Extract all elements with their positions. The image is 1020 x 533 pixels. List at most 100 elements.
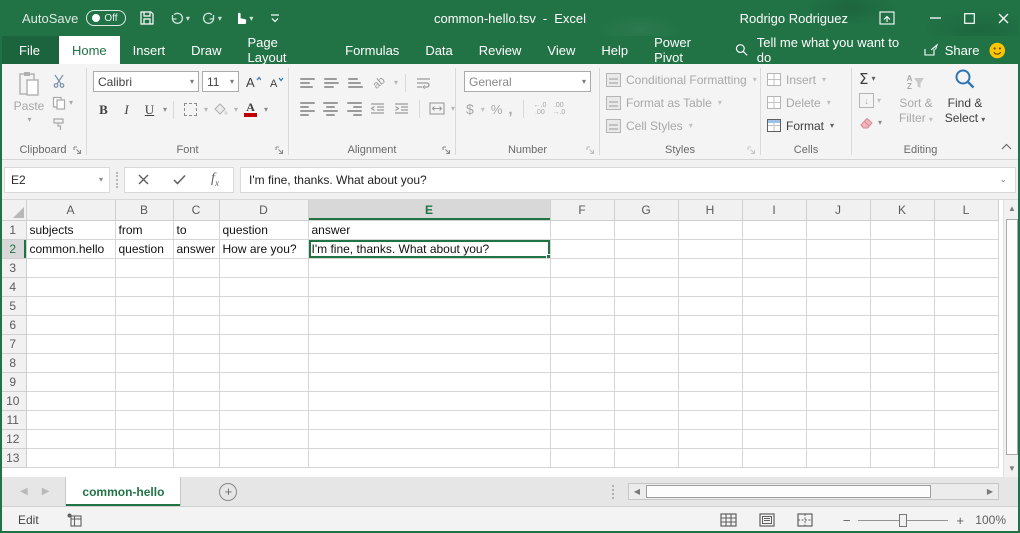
column-header-I[interactable]: I <box>742 200 806 220</box>
row-header-2[interactable]: 2 <box>0 239 26 258</box>
find-select-button[interactable]: Find & Select ▾ <box>942 68 988 127</box>
column-header-A[interactable]: A <box>26 200 115 220</box>
row-header-4[interactable]: 4 <box>0 277 26 296</box>
tab-home[interactable]: Home <box>59 36 120 64</box>
align-left-button[interactable] <box>297 98 318 119</box>
cell-D1[interactable]: question <box>219 220 308 239</box>
undo-button[interactable]: ▾ <box>168 5 190 31</box>
tab-formulas[interactable]: Formulas <box>332 36 412 64</box>
cell-G12[interactable] <box>614 429 678 448</box>
cell-J6[interactable] <box>806 315 870 334</box>
horizontal-scrollbar[interactable]: ◀ ▶ <box>628 483 999 500</box>
cell-L4[interactable] <box>934 277 998 296</box>
bold-button[interactable]: B <box>93 99 114 120</box>
row-header-1[interactable]: 1 <box>0 220 26 239</box>
clear-dropdown-icon[interactable]: ▾ <box>878 118 882 127</box>
cell-A4[interactable] <box>26 277 115 296</box>
column-header-J[interactable]: J <box>806 200 870 220</box>
underline-dropdown-icon[interactable]: ▾ <box>163 105 167 114</box>
cell-L13[interactable] <box>934 448 998 467</box>
cell-H6[interactable] <box>678 315 742 334</box>
styles-dialog-launcher[interactable] <box>747 146 757 156</box>
cell-F7[interactable] <box>550 334 614 353</box>
add-sheet-button[interactable]: + <box>219 483 237 501</box>
cell-F2[interactable] <box>550 239 614 258</box>
cell-C1[interactable]: to <box>173 220 219 239</box>
fill-handle[interactable] <box>546 254 551 259</box>
scroll-up-icon[interactable]: ▲ <box>1004 200 1020 217</box>
borders-button[interactable] <box>180 99 201 120</box>
cell-A11[interactable] <box>26 410 115 429</box>
enter-button[interactable] <box>161 168 197 192</box>
autosum-button[interactable]: Σ ▾ <box>859 70 882 87</box>
cell-B2[interactable]: question <box>115 239 173 258</box>
cell-K2[interactable] <box>870 239 934 258</box>
page-layout-view-icon[interactable] <box>759 513 775 527</box>
zoom-out-button[interactable]: − <box>843 513 851 528</box>
cell-I9[interactable] <box>742 372 806 391</box>
select-all-corner[interactable] <box>0 200 26 220</box>
cell-J1[interactable] <box>806 220 870 239</box>
cell-F12[interactable] <box>550 429 614 448</box>
cell-I5[interactable] <box>742 296 806 315</box>
cell-H8[interactable] <box>678 353 742 372</box>
cell-E11[interactable] <box>308 410 550 429</box>
merge-center-dropdown-icon[interactable]: ▾ <box>451 104 455 113</box>
share-button[interactable]: Share <box>923 43 980 58</box>
cell-J8[interactable] <box>806 353 870 372</box>
sheet-nav-left-icon[interactable]: ◀ <box>20 486 28 497</box>
column-header-K[interactable]: K <box>870 200 934 220</box>
increase-indent-button[interactable] <box>391 98 412 119</box>
cell-E13[interactable] <box>308 448 550 467</box>
cell-G8[interactable] <box>614 353 678 372</box>
cell-G1[interactable] <box>614 220 678 239</box>
cell-D5[interactable] <box>219 296 308 315</box>
cell-A13[interactable] <box>26 448 115 467</box>
cell-A6[interactable] <box>26 315 115 334</box>
cell-F4[interactable] <box>550 277 614 296</box>
cell-H13[interactable] <box>678 448 742 467</box>
cell-L3[interactable] <box>934 258 998 277</box>
column-header-H[interactable]: H <box>678 200 742 220</box>
cell-C4[interactable] <box>173 277 219 296</box>
cell-L11[interactable] <box>934 410 998 429</box>
cell-D2[interactable]: How are you? <box>219 239 308 258</box>
cell-D8[interactable] <box>219 353 308 372</box>
fill-color-button[interactable] <box>210 99 231 120</box>
cell-K4[interactable] <box>870 277 934 296</box>
row-header-9[interactable]: 9 <box>0 372 26 391</box>
ribbon-display-options-button[interactable] <box>870 0 904 36</box>
fill-color-dropdown-icon[interactable]: ▾ <box>234 105 238 114</box>
cell-E8[interactable] <box>308 353 550 372</box>
cell-D9[interactable] <box>219 372 308 391</box>
cell-D4[interactable] <box>219 277 308 296</box>
autosum-dropdown-icon[interactable]: ▾ <box>871 74 875 83</box>
cell-E12[interactable] <box>308 429 550 448</box>
row-header-5[interactable]: 5 <box>0 296 26 315</box>
cell-C11[interactable] <box>173 410 219 429</box>
horizontal-scroll-thumb[interactable] <box>646 485 931 498</box>
redo-button[interactable]: ▾ <box>200 5 222 31</box>
autosave-toggle[interactable]: AutoSave Off <box>22 10 126 26</box>
cell-B4[interactable] <box>115 277 173 296</box>
cell-E5[interactable] <box>308 296 550 315</box>
paste-dropdown-icon[interactable]: ▾ <box>27 115 31 124</box>
cell-B8[interactable] <box>115 353 173 372</box>
percent-style-icon[interactable]: % <box>491 102 503 117</box>
column-header-L[interactable]: L <box>934 200 998 220</box>
format-cells-button[interactable]: Format ▾ <box>761 114 851 137</box>
cell-G7[interactable] <box>614 334 678 353</box>
italic-button[interactable]: I <box>116 99 137 120</box>
cell-L2[interactable] <box>934 239 998 258</box>
cell-H1[interactable] <box>678 220 742 239</box>
cell-B5[interactable] <box>115 296 173 315</box>
cell-E4[interactable] <box>308 277 550 296</box>
cell-E9[interactable] <box>308 372 550 391</box>
cell-G11[interactable] <box>614 410 678 429</box>
cell-H4[interactable] <box>678 277 742 296</box>
column-header-F[interactable]: F <box>550 200 614 220</box>
cell-G2[interactable] <box>614 239 678 258</box>
cell-styles-button[interactable]: Cell Styles ▾ <box>600 114 760 137</box>
cell-K5[interactable] <box>870 296 934 315</box>
conditional-formatting-button[interactable]: Conditional Formatting ▾ <box>600 68 760 91</box>
